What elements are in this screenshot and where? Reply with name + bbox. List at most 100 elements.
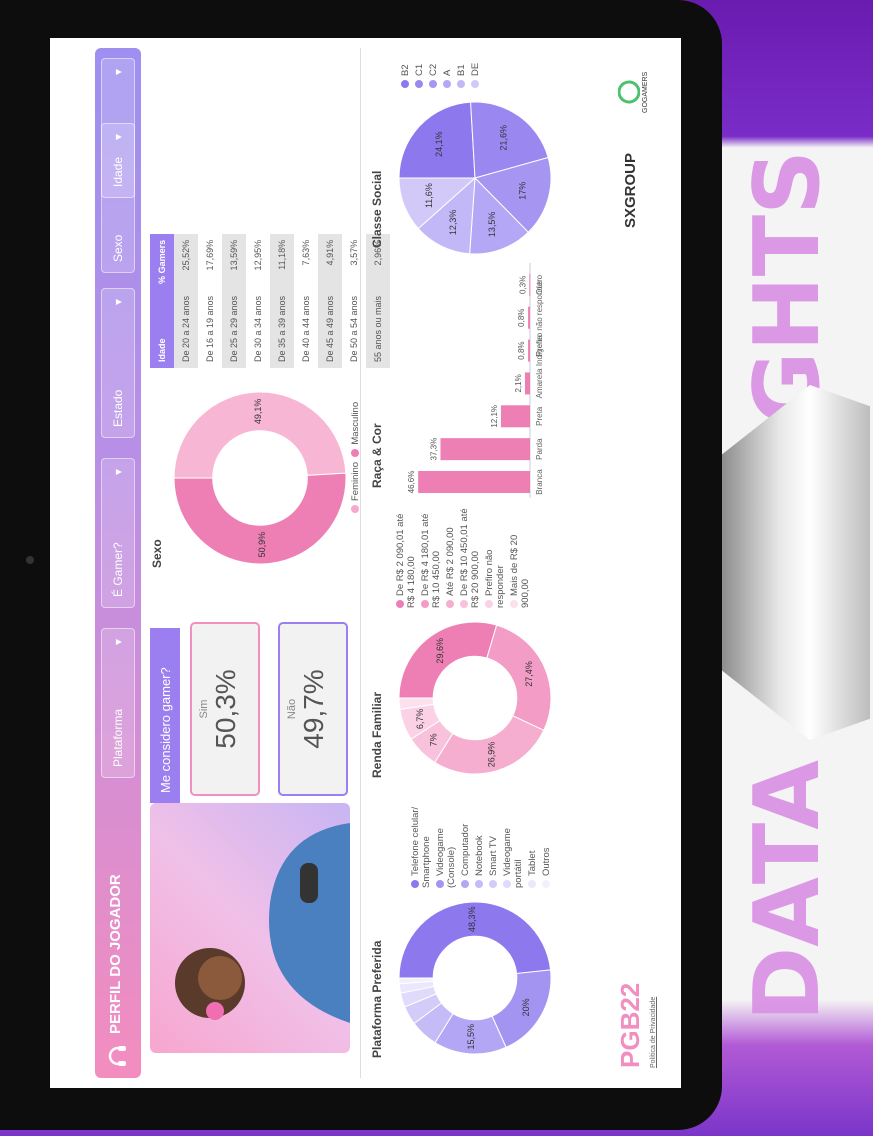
sexo-value-label: 50,9% [257, 532, 267, 558]
legend-dot [542, 880, 551, 888]
legend-label: Videogame portátil [502, 828, 524, 888]
gamer-illustration [175, 823, 350, 1023]
gamer-photo [150, 803, 350, 1053]
renda-value-label: 6,7% [415, 709, 425, 730]
plataforma-legend-item: Videogame portátil [502, 798, 524, 888]
gamers-cell: 12,95% [253, 239, 263, 271]
plataforma-value-label: 20% [521, 998, 531, 1016]
gamers-cell: 17,69% [205, 239, 215, 271]
plataforma-title: Plataforma Preferida [370, 940, 384, 1058]
chevron-down-icon: ▾ [111, 469, 125, 476]
classe-value-label: 24,1% [434, 131, 444, 157]
classe-legend: B2 C1 C2 A B1 DE [400, 43, 484, 88]
stat-sim: Sim 50,3% [190, 622, 260, 796]
classe-legend-item: B1 [456, 43, 467, 88]
raca-bar-chart: 46,6% Branca 37,3% Parda 12,1% Preta 2,1% Amare… [407, 263, 544, 498]
pgb-logo: PGB22 [615, 982, 645, 1068]
raca-bar[interactable] [529, 273, 531, 296]
filter-e-gamer[interactable]: É Gamer? ▾ [101, 458, 135, 608]
idade-cell: De 40 a 44 anos [301, 295, 311, 362]
idade-table: Idade % Gamers De 20 a 24 anos 25,52% De 1… [150, 233, 390, 368]
idade-cell: De 50 a 54 anos [349, 295, 359, 362]
table-row: De 35 a 39 anos 11,18% [270, 233, 294, 368]
raca-bar[interactable] [524, 372, 531, 395]
filter-label: Estado [111, 389, 125, 427]
dashboard-screen: PERFIL DO JOGADOR Plataforma ▾ É Gamer? … [50, 38, 681, 1088]
legend-label: De R$ 4 180,01 até R$ 10 450,00 [420, 513, 442, 608]
legend-dot [446, 600, 455, 608]
classe-pie: 24,1% 21,6% 17% 13,5% 12,3% 11,6% [398, 101, 552, 255]
legend-dot [457, 80, 466, 88]
filter-plataforma[interactable]: Plataforma ▾ [101, 628, 135, 778]
camera-dot [26, 556, 34, 564]
filter-idade[interactable]: Idade ▾ [101, 58, 135, 198]
legend-label: Telefone celular/ Smartphone [410, 806, 432, 888]
idade-cell: De 16 a 19 anos [205, 295, 215, 362]
legend-label: Tablet [527, 850, 538, 876]
gamers-header[interactable]: % Gamers [150, 233, 174, 290]
stat-sim-label: Sim [198, 699, 210, 719]
renda-legend-item: De R$ 10 450,01 até R$ 20 900,00 [459, 508, 481, 608]
raca-value-label: 37,3% [429, 438, 438, 461]
legend-dot [415, 80, 424, 88]
legend-label: B2 [400, 64, 411, 76]
legend-dot [411, 880, 420, 888]
legend-dot [421, 600, 430, 608]
filter-label: Idade [111, 156, 125, 187]
sexo-donut: 49,1% 50,9% [173, 391, 347, 565]
gamers-cell: 3,57% [349, 239, 359, 266]
idade-header[interactable]: Idade [150, 289, 174, 368]
filter-label: Sexo [111, 234, 125, 262]
plataforma-value-label: 48,3% [467, 906, 477, 932]
raca-bar[interactable] [500, 405, 530, 428]
raca-bar[interactable] [528, 339, 531, 362]
plataforma-legend-item: Videogame (Console) [435, 798, 457, 888]
privacy-link[interactable]: Política de Privacidade [650, 997, 657, 1068]
renda-legend-item: De R$ 2 090,01 até R$ 4 180,00 [395, 508, 417, 608]
raca-bar[interactable] [440, 438, 530, 461]
renda-value-label: 29,6% [435, 638, 445, 664]
idade-cell: De 20 a 24 anos [174, 289, 198, 368]
legend-dot [475, 880, 484, 888]
gogamers-text: GOGAMERS [642, 71, 649, 113]
stat-nao-label: Não [286, 698, 298, 720]
renda-slice[interactable] [486, 624, 552, 732]
classe-value-label: 21,6% [499, 125, 509, 151]
legend-dot [460, 600, 469, 608]
classe-legend-item: B2 [400, 43, 411, 88]
table-row: De 40 a 44 anos 7,63% [294, 234, 318, 368]
renda-legend: De R$ 2 090,01 até R$ 4 180,00 De R$ 4 18… [395, 508, 534, 608]
legend-label: Outros [541, 847, 552, 876]
renda-legend-item: Mais de R$ 20 900,00 [509, 508, 531, 608]
legend-label: Videogame (Console) [435, 828, 457, 888]
legend-label: Smart TV [488, 836, 499, 876]
raca-category-label: Parda [535, 438, 544, 460]
classe-title: Classe Social [370, 170, 384, 248]
classe-legend-item: DE [470, 43, 481, 88]
raca-title: Raça & Cor [370, 423, 384, 488]
legend-dot [429, 80, 438, 88]
plataforma-legend-item: Tablet [527, 798, 538, 888]
legend-dot [503, 880, 512, 888]
legend-label: A [442, 69, 453, 76]
table-row: 55 anos ou mais 2,96% [366, 233, 390, 368]
renda-legend-item: Prefiro não responder [484, 508, 506, 608]
legend-label: Até R$ 2 090,00 [445, 527, 456, 596]
raca-bar[interactable] [418, 471, 530, 493]
filter-label: É Gamer? [111, 542, 125, 597]
raca-value-label: 0,3% [518, 276, 527, 294]
legend-dot [436, 880, 445, 888]
legend-dot [396, 600, 405, 608]
idade-cell: De 25 a 29 anos [222, 289, 246, 368]
headset-icon [108, 1046, 126, 1066]
chevron-down-icon: ▾ [111, 299, 125, 306]
raca-bar[interactable] [528, 306, 531, 329]
table-row: De 30 a 34 anos 12,95% [246, 234, 270, 368]
classe-legend-item: C1 [414, 43, 425, 88]
filter-estado[interactable]: Estado ▾ [101, 288, 135, 438]
stat-nao: Não 49,7% [278, 622, 348, 796]
legend-dot [461, 880, 470, 888]
legend-label: De R$ 2 090,01 até R$ 4 180,00 [395, 513, 417, 608]
table-row: De 50 a 54 anos 3,57% [342, 234, 366, 368]
renda-slice[interactable] [398, 621, 498, 699]
